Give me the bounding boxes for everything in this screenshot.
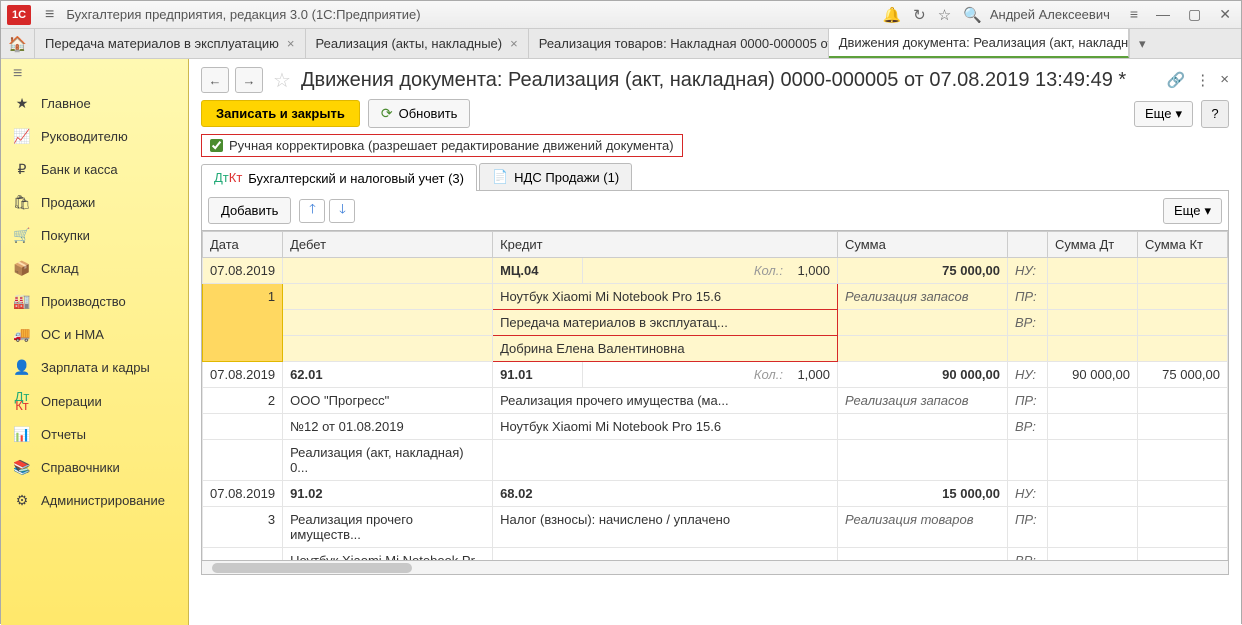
refresh-icon: ⟳ xyxy=(381,105,393,122)
manual-edit-label[interactable]: Ручная корректировка (разрешает редактир… xyxy=(229,138,674,153)
sidebar-item-hr[interactable]: 👤Зарплата и кадры xyxy=(1,351,188,384)
help-button[interactable]: ? xyxy=(1201,100,1229,128)
horizontal-scrollbar[interactable] xyxy=(201,561,1229,575)
save-close-button[interactable]: Записать и закрыть xyxy=(201,100,360,127)
dtbkt-icon: ДтКт xyxy=(214,174,242,183)
sidebar-toggle-icon[interactable]: ≡ xyxy=(1,65,188,87)
person-icon: 👤 xyxy=(13,359,31,376)
sidebar-item-reports[interactable]: 📊Отчеты xyxy=(1,418,188,451)
factory-icon: 🏭 xyxy=(13,293,31,310)
bell-icon[interactable]: 🔔 xyxy=(882,6,901,24)
manual-edit-checkbox-row: Ручная корректировка (разрешает редактир… xyxy=(201,134,683,157)
main-area: ← → ☆ Движения документа: Реализация (ак… xyxy=(189,59,1241,625)
close-page-icon[interactable]: × xyxy=(1220,71,1229,89)
sidebar-item-bank[interactable]: ₽Банк и касса xyxy=(1,153,188,186)
col-debit[interactable]: Дебет xyxy=(283,232,493,258)
titlebar: 1C ≡ Бухгалтерия предприятия, редакция 3… xyxy=(1,1,1241,29)
tab-0[interactable]: Передача материалов в эксплуатацию× xyxy=(35,29,306,58)
tab-close-icon[interactable]: × xyxy=(510,36,518,51)
tabs-dropdown-icon[interactable]: ▾ xyxy=(1129,29,1155,58)
dtbkt-icon: ДтКт xyxy=(13,392,31,410)
entries-grid[interactable]: Дата Дебет Кредит Сумма Сумма Дт Сумма К… xyxy=(201,231,1229,561)
sidebar-item-operations[interactable]: ДтКтОперации xyxy=(1,384,188,418)
col-sum[interactable]: Сумма xyxy=(838,232,1008,258)
search-icon[interactable]: 🔍 xyxy=(963,6,982,24)
grid-more-button[interactable]: Еще▾ xyxy=(1163,198,1222,224)
sidebar-item-warehouse[interactable]: 📦Склад xyxy=(1,252,188,285)
table-row[interactable]: Реализация (акт, накладная) 0... xyxy=(203,440,1228,481)
star-icon[interactable]: ☆ xyxy=(938,6,951,24)
app-title: Бухгалтерия предприятия, редакция 3.0 (1… xyxy=(66,7,882,22)
table-row[interactable]: 2 ООО "Прогресс" Реализация прочего имущ… xyxy=(203,388,1228,414)
more-button[interactable]: Еще▾ xyxy=(1134,101,1193,127)
tab-3[interactable]: Движения документа: Реализация (акт, нак… xyxy=(829,29,1129,58)
table-row[interactable]: Ноутбук Xiaomi Mi Notebook Pr... ВР: xyxy=(203,548,1228,562)
minimize-icon[interactable]: — xyxy=(1152,6,1174,23)
books-icon: 📚 xyxy=(13,459,31,476)
table-row[interactable]: 1 Ноутбук Xiaomi Mi Notebook Pro 15.6 Ре… xyxy=(203,284,1228,310)
refresh-button[interactable]: ⟳Обновить xyxy=(368,99,471,128)
table-row[interactable]: Добрина Елена Валентиновна xyxy=(203,336,1228,362)
more-icon[interactable]: ⋮ xyxy=(1195,71,1210,89)
col-sum-kt[interactable]: Сумма Кт xyxy=(1138,232,1228,258)
table-row[interactable]: Передача материалов в эксплуатац... ВР: xyxy=(203,310,1228,336)
tab-1[interactable]: Реализация (акты, накладные)× xyxy=(306,29,529,58)
move-up-button[interactable]: 🡑 xyxy=(299,199,325,223)
ruble-icon: ₽ xyxy=(13,161,31,178)
table-row[interactable]: 07.08.2019 91.02 68.02 15 000,00 НУ: xyxy=(203,481,1228,507)
app-logo: 1C xyxy=(7,5,31,25)
sidebar-item-main[interactable]: ★Главное xyxy=(1,87,188,120)
inner-tab-accounting[interactable]: ДтКт Бухгалтерский и налоговый учет (3) xyxy=(201,164,477,191)
favorite-icon[interactable]: ☆ xyxy=(273,68,291,93)
home-icon[interactable]: 🏠 xyxy=(1,29,35,58)
sidebar-item-production[interactable]: 🏭Производство xyxy=(1,285,188,318)
cart-icon: 🛒 xyxy=(13,227,31,244)
menu-icon[interactable]: ≡ xyxy=(37,6,62,24)
star-icon: ★ xyxy=(13,95,31,112)
history-icon[interactable]: ↻ xyxy=(913,6,926,24)
user-label[interactable]: Андрей Алексеевич xyxy=(990,7,1110,22)
sidebar-item-assets[interactable]: 🚚ОС и НМА xyxy=(1,318,188,351)
sidebar-item-manager[interactable]: 📈Руководителю xyxy=(1,120,188,153)
add-button[interactable]: Добавить xyxy=(208,197,291,224)
tab-close-icon[interactable]: × xyxy=(287,36,295,51)
gear-icon: ⚙ xyxy=(13,492,31,509)
chevron-down-icon: ▾ xyxy=(1175,106,1182,122)
back-button[interactable]: ← xyxy=(201,67,229,93)
table-row[interactable]: 07.08.2019 МЦ.04 Кол.: 1,000 75 000,00 Н… xyxy=(203,258,1228,284)
sidebar: ≡ ★Главное 📈Руководителю ₽Банк и касса 🛍… xyxy=(1,59,189,625)
close-icon[interactable]: ✕ xyxy=(1215,6,1235,23)
bag-icon: 🛍 xyxy=(13,194,31,211)
box-icon: 📦 xyxy=(13,260,31,277)
sidebar-item-purchases[interactable]: 🛒Покупки xyxy=(1,219,188,252)
tab-2[interactable]: Реализация товаров: Накладная 0000-00000… xyxy=(529,29,829,58)
bars-icon: 📊 xyxy=(13,426,31,443)
tabsbar: 🏠 Передача материалов в эксплуатацию× Ре… xyxy=(1,29,1241,59)
col-sum-dt[interactable]: Сумма Дт xyxy=(1048,232,1138,258)
sidebar-item-admin[interactable]: ⚙Администрирование xyxy=(1,484,188,517)
col-date[interactable]: Дата xyxy=(203,232,283,258)
maximize-icon[interactable]: ▢ xyxy=(1184,6,1205,23)
inner-tab-vat[interactable]: 📄 НДС Продажи (1) xyxy=(479,163,632,190)
sidebar-item-sales[interactable]: 🛍Продажи xyxy=(1,186,188,219)
col-credit[interactable]: Кредит xyxy=(493,232,838,258)
page-title: Движения документа: Реализация (акт, нак… xyxy=(301,69,1161,92)
table-row[interactable]: 3 Реализация прочего имуществ... Налог (… xyxy=(203,507,1228,548)
truck-icon: 🚚 xyxy=(13,326,31,343)
sidebar-item-refs[interactable]: 📚Справочники xyxy=(1,451,188,484)
forward-button[interactable]: → xyxy=(235,67,263,93)
manual-edit-checkbox[interactable] xyxy=(210,139,223,152)
col-tag[interactable] xyxy=(1008,232,1048,258)
table-row[interactable]: №12 от 01.08.2019 Ноутбук Xiaomi Mi Note… xyxy=(203,414,1228,440)
link-icon[interactable]: 🔗 xyxy=(1167,71,1186,89)
chevron-down-icon: ▾ xyxy=(1204,203,1211,219)
doc-icon: 📄 xyxy=(492,169,508,185)
move-down-button[interactable]: 🡓 xyxy=(329,199,355,223)
table-row[interactable]: 07.08.2019 62.01 91.01 Кол.: 1,000 90 00… xyxy=(203,362,1228,388)
chart-icon: 📈 xyxy=(13,128,31,145)
hamburger-icon[interactable]: ≡ xyxy=(1126,6,1142,23)
